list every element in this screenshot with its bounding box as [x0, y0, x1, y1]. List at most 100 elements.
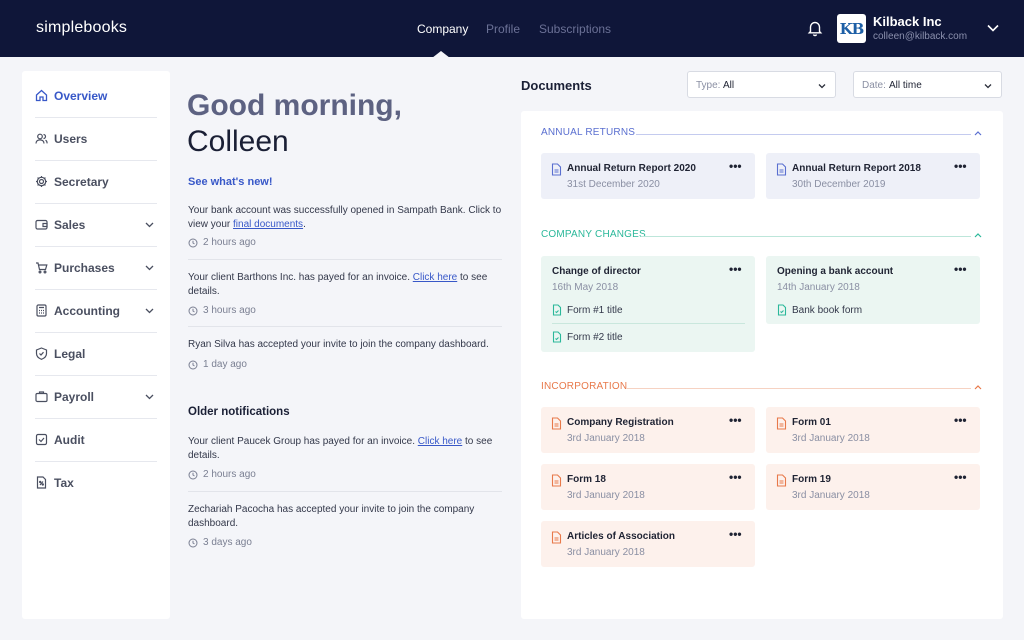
company-logo[interactable]: KB: [837, 14, 866, 43]
divider: [627, 388, 971, 389]
sidebar-item-sales[interactable]: Sales: [22, 204, 170, 246]
document-card[interactable]: Articles of Association 3rd January 2018…: [541, 521, 755, 567]
form-document-icon: [552, 304, 562, 316]
check-square-icon: [35, 433, 48, 446]
form-document-icon: [777, 304, 787, 316]
tab-company[interactable]: Company: [417, 22, 468, 36]
click-here-link[interactable]: Click here: [413, 272, 457, 283]
final-documents-link[interactable]: final documents: [233, 219, 303, 230]
clock-icon: [188, 306, 198, 315]
document-card[interactable]: Form 18 3rd January 2018 •••: [541, 464, 755, 510]
form-link[interactable]: Form #2 title: [552, 331, 623, 343]
shield-icon: [35, 347, 48, 360]
cart-icon: [36, 262, 48, 274]
form-link[interactable]: Bank book form: [777, 304, 862, 316]
chevron-down-icon[interactable]: [144, 391, 155, 402]
user-name: Colleen: [187, 125, 289, 158]
notification-item: Your client Barthons Inc. has payed for …: [188, 272, 488, 297]
clock-icon: [188, 538, 198, 547]
clock-icon: [188, 470, 198, 479]
chevron-down-icon[interactable]: [986, 22, 1000, 34]
divider: [641, 236, 971, 237]
chevron-down-icon: [984, 84, 992, 89]
more-options-icon[interactable]: •••: [729, 471, 745, 483]
notification-item: Your client Paucek Group has payed for a…: [188, 436, 493, 461]
documents-panel: ANNUAL RETURNS Annual Return Report 2020…: [521, 111, 1003, 619]
clock-icon: [188, 238, 198, 247]
section-annual-returns[interactable]: ANNUAL RETURNS: [541, 127, 983, 141]
sidebar-item-accounting[interactable]: Accounting: [22, 290, 170, 332]
document-icon: [776, 474, 787, 487]
company-name[interactable]: Kilback Inc: [873, 14, 942, 29]
date-filter-select[interactable]: Date: All time: [853, 71, 1002, 98]
document-icon: [776, 163, 787, 176]
notification-item: Zechariah Pacocha has accepted your invi…: [188, 504, 475, 529]
divider: [552, 323, 745, 324]
divider: [188, 259, 502, 260]
notification-time: 3 days ago: [188, 537, 252, 548]
divider: [636, 134, 971, 135]
greeting-line: Good morning,: [187, 89, 402, 122]
form-document-icon: [552, 331, 562, 343]
divider: [188, 491, 502, 492]
more-options-icon[interactable]: •••: [954, 160, 970, 172]
section-company-changes[interactable]: COMPANY CHANGES: [541, 229, 983, 243]
chevron-down-icon[interactable]: [144, 262, 155, 273]
section-incorporation[interactable]: INCORPORATION: [541, 381, 983, 395]
document-card[interactable]: Change of director 16th May 2018 ••• For…: [541, 256, 755, 352]
form-link[interactable]: Form #1 title: [552, 304, 623, 316]
notification-item: Your bank account was successfully opene…: [188, 205, 502, 230]
document-card[interactable]: Annual Return Report 2020 31st December …: [541, 153, 755, 199]
tax-document-icon: [36, 476, 47, 489]
sidebar-item-legal[interactable]: Legal: [22, 333, 170, 375]
sidebar: Overview Users Secretary Sales Purchases…: [22, 71, 170, 619]
sidebar-item-payroll[interactable]: Payroll: [22, 376, 170, 418]
sidebar-item-tax[interactable]: Tax: [22, 462, 170, 504]
more-options-icon[interactable]: •••: [954, 471, 970, 483]
document-card[interactable]: Company Registration 3rd January 2018 ••…: [541, 407, 755, 453]
more-options-icon[interactable]: •••: [729, 263, 745, 275]
more-options-icon[interactable]: •••: [729, 528, 745, 540]
chevron-up-icon[interactable]: [973, 129, 983, 137]
notification-time: 2 hours ago: [188, 237, 256, 248]
more-options-icon[interactable]: •••: [729, 160, 745, 172]
more-options-icon[interactable]: •••: [954, 263, 970, 275]
document-card[interactable]: Annual Return Report 2018 30th December …: [766, 153, 980, 199]
document-card[interactable]: Opening a bank account 14th January 2018…: [766, 256, 980, 324]
older-notifications-heading: Older notifications: [188, 406, 290, 418]
gear-icon: [36, 176, 47, 187]
chevron-up-icon[interactable]: [973, 383, 983, 391]
sidebar-item-audit[interactable]: Audit: [22, 419, 170, 461]
tab-profile[interactable]: Profile: [486, 22, 520, 36]
sidebar-item-overview[interactable]: Overview: [22, 75, 170, 117]
chevron-down-icon[interactable]: [144, 305, 155, 316]
calculator-icon: [36, 304, 47, 317]
notification-item: Ryan Silva has accepted your invite to j…: [188, 339, 489, 350]
wallet-icon: [35, 219, 48, 230]
top-nav: Company Profile Subscriptions: [0, 0, 1024, 57]
sidebar-item-secretary[interactable]: Secretary: [22, 161, 170, 203]
sidebar-item-purchases[interactable]: Purchases: [22, 247, 170, 289]
more-options-icon[interactable]: •••: [954, 414, 970, 426]
whats-new-link[interactable]: See what's new!: [188, 176, 273, 188]
click-here-link[interactable]: Click here: [418, 436, 462, 447]
sidebar-item-users[interactable]: Users: [22, 118, 170, 160]
greeting: Good morning, Colleen: [187, 88, 402, 160]
more-options-icon[interactable]: •••: [729, 414, 745, 426]
users-icon: [35, 133, 48, 144]
document-icon: [551, 417, 562, 430]
bell-icon[interactable]: [806, 19, 824, 37]
document-card[interactable]: Form 01 3rd January 2018 •••: [766, 407, 980, 453]
home-icon: [35, 89, 48, 102]
tab-subscriptions[interactable]: Subscriptions: [539, 22, 611, 36]
document-card[interactable]: Form 19 3rd January 2018 •••: [766, 464, 980, 510]
chevron-down-icon[interactable]: [144, 219, 155, 230]
top-bar: simplebooks Company Profile Subscription…: [0, 0, 1024, 58]
chevron-down-icon: [818, 84, 826, 89]
chevron-up-icon[interactable]: [973, 231, 983, 239]
clock-icon: [188, 360, 198, 369]
type-filter-select[interactable]: Type: All: [687, 71, 836, 98]
account-email: colleen@kilback.com: [873, 31, 968, 42]
briefcase-icon: [35, 391, 48, 403]
document-icon: [551, 163, 562, 176]
